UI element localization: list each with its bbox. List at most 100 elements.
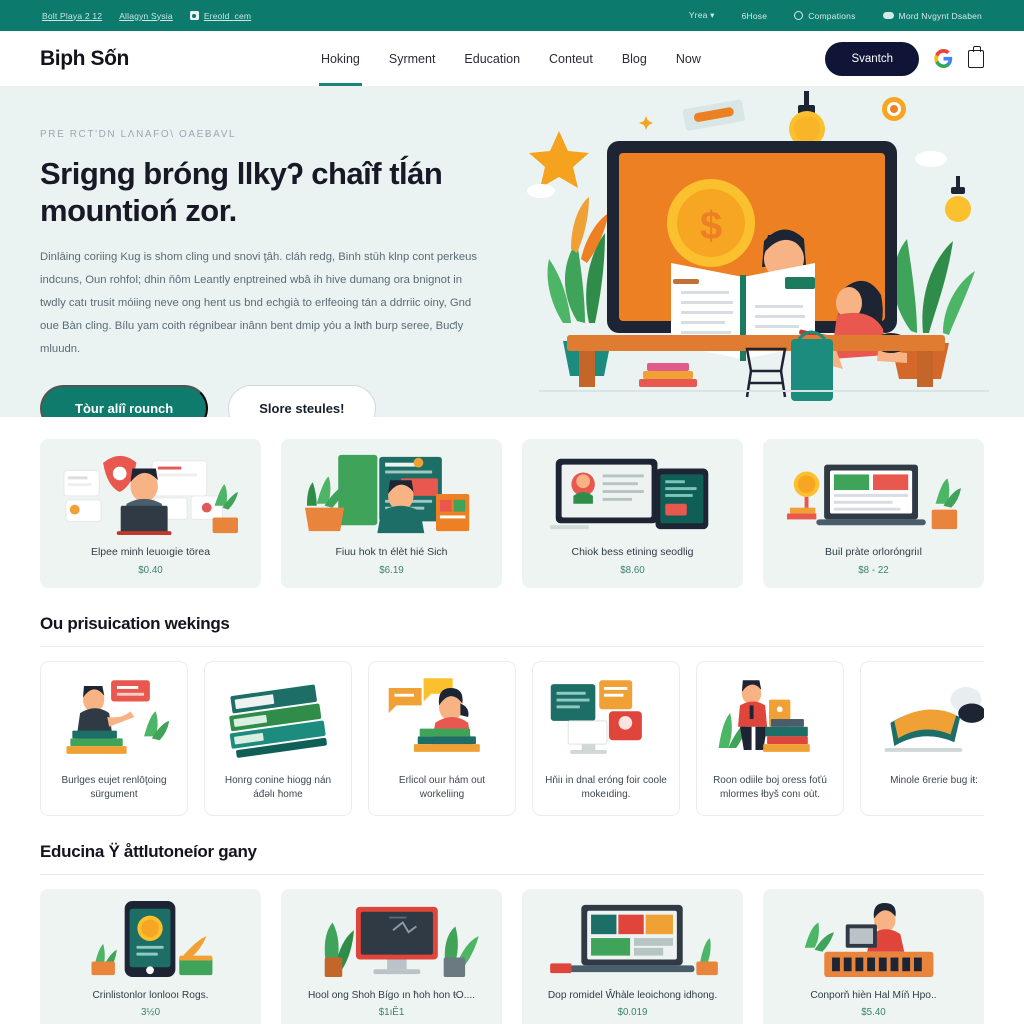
nav-item-blog[interactable]: Blog <box>620 46 649 72</box>
category-card[interactable]: Hňiı in dnal eróng foir coole mokeıding. <box>532 660 680 816</box>
featured-card-price: $8.60 <box>620 564 645 576</box>
svg-text:$: $ <box>700 204 722 248</box>
product-card-title: Conporň hièn Hal Míň Hpo.. <box>810 989 937 1001</box>
screen-chat-illustration <box>541 674 671 762</box>
topbar-link-3-label: Ereold_cem <box>203 10 252 21</box>
section-two-carousel[interactable]: Burlges eujet renlōţoing sürgument Honrg… <box>40 647 984 816</box>
utility-topbar: Bolt Playa 2 12 Allagyn Sysia Ereold_cem… <box>0 0 1024 31</box>
imac-plants-illustration <box>291 901 492 979</box>
topbar-right-item-1[interactable]: Yrea ▾ <box>689 10 715 21</box>
section-three: Educina Ÿ åttlutoneíor gany Crinlistonlo… <box>0 842 1024 1024</box>
page-root: Bolt Playa 2 12 Allagyn Sysia Ereold_cem… <box>0 0 1024 1024</box>
featured-card[interactable]: Buil pràte orloróngriıl $8 - 22 <box>763 439 984 588</box>
hero-illustration: $ <box>519 91 1024 411</box>
category-card-title: Roon odiile boj oress foťú mlormes łbyš … <box>713 774 827 801</box>
section-two: Ou prisuication wekings Burlges eujet re… <box>0 614 1024 816</box>
product-card[interactable]: Conporň hièn Hal Míň Hpo.. $5.40 <box>763 888 984 1024</box>
product-card-price: $5.40 <box>861 1006 886 1018</box>
hero-buttons: Tòur alíî rounch Slore steules! <box>40 384 510 417</box>
product-card-title: Crinlistonlor lonlooı Rogs. <box>92 989 209 1001</box>
category-card[interactable]: Burlges eujet renlōţoing sürgument <box>40 660 188 816</box>
section-three-card-row: Crinlistonlor lonlooı Rogs. 3½0 Hool ong… <box>40 888 984 1024</box>
featured-card-row: Elpee minh leuoıgie törea $0.40 Fiuu hok… <box>40 439 984 588</box>
product-card-price: $0.019 <box>617 1006 648 1018</box>
featured-card[interactable]: Fiuu hok tn élèt hié Sich $6.19 <box>281 439 502 588</box>
featured-card-title: Chiok bess etining seodlig <box>571 546 694 558</box>
section-three-heading: Educina Ÿ åttlutoneíor gany <box>40 841 257 861</box>
product-card[interactable]: Crinlistonlor lonlooı Rogs. 3½0 <box>40 888 261 1024</box>
ring-icon <box>794 11 804 20</box>
featured-card[interactable]: Elpee minh leuoıgie törea $0.40 <box>40 439 261 588</box>
product-card-title: Hool ong Shoh Bígo ın ħoh hon ŧO.... <box>307 989 476 1001</box>
hero-copy: PRE RCT'DN LΛNAFO\ OAEɃAVL Srigng bróng … <box>40 117 510 417</box>
section-two-heading: Ou prisuication wekings <box>40 613 230 633</box>
open-book-illustration <box>869 674 984 762</box>
hero-primary-button[interactable]: Tòur alíî rounch <box>40 384 209 417</box>
nav-item-hoking[interactable]: Hoking <box>318 46 362 86</box>
nav-item-now[interactable]: Now <box>674 46 703 72</box>
camera-icon <box>189 11 199 20</box>
category-card-title: Burlges eujet renlōţoing sürgument <box>61 774 167 801</box>
featured-card-title: Buil pràte orloróngriıl <box>825 546 922 558</box>
nav-item-conteut[interactable]: Conteut <box>547 46 595 72</box>
hero-secondary-button[interactable]: Slore steules! <box>228 384 376 417</box>
laptop-books-illustration <box>773 449 974 537</box>
category-card-title: Hňiı in dnal eróng foir coole mokeıding. <box>545 774 667 801</box>
shopping-bag-icon[interactable] <box>968 45 984 68</box>
category-card-title: Minole 6rerie bug iŧ: <box>890 774 978 786</box>
category-card-title: Erlicol ouır hám out workeliing <box>398 774 486 801</box>
header-actions: Svantch <box>825 41 984 76</box>
site-logo[interactable]: Biph Sốn <box>40 47 129 71</box>
product-card[interactable]: Hool ong Shoh Bígo ın ħoh hon ŧO.... $1ı… <box>281 888 502 1024</box>
category-card-title: Honrg conine hiogg nán áđəlı ħome <box>224 774 332 801</box>
man-book-stack-illustration <box>705 674 835 762</box>
product-card-price: $1ıĔ1 <box>378 1006 405 1018</box>
nav-item-syrment[interactable]: Syrment <box>387 46 438 72</box>
section-two-card-row: Burlges eujet renlōţoing sürgument Honrg… <box>40 660 984 816</box>
person-board-illustration <box>291 449 492 537</box>
topbar-right-item-4[interactable]: Mord Nvgynt Dsaben <box>882 10 982 21</box>
featured-card-price: $0.40 <box>138 564 163 576</box>
featured-section: Elpee minh leuoıgie törea $0.40 Fiuu hok… <box>0 439 1024 588</box>
man-books-laptop-illustration <box>49 674 179 762</box>
toggle-icon <box>882 12 894 19</box>
devices-illustration <box>532 449 733 537</box>
topbar-right-item-3[interactable]: Compations <box>794 11 855 21</box>
topbar-link-3[interactable]: Ereold_cem <box>189 10 252 21</box>
hero-section: PRE RCT'DN LΛNAFO\ OAEɃAVL Srigng bróng … <box>0 87 1024 417</box>
category-card[interactable]: Minole 6rerie bug iŧ: <box>860 660 984 816</box>
topbar-right-group: Yrea ▾ 6Hose Compations Mord Nvgynt Dsab… <box>662 10 982 21</box>
laptop-colorful-illustration <box>532 901 733 979</box>
category-card[interactable]: Honrg conine hiogg nán áđəlı ħome <box>204 660 352 816</box>
desk-worker-illustration <box>773 901 974 979</box>
hero-eyebrow: PRE RCT'DN LΛNAFO\ OAEɃAVL <box>40 129 237 140</box>
stacked-books-illustration <box>213 674 343 762</box>
hero-paragraph: Dinlāing coriing Kug is shom cling und s… <box>40 251 478 355</box>
topbar-right-item-4-label: Mord Nvgynt Dsaben <box>898 10 982 21</box>
site-header: Biph Sốn Hoking Syrment Education Conteu… <box>0 31 1024 87</box>
hero-heading: Srigng bróng llkyʔ chaîf tĺán mountioń … <box>40 156 443 228</box>
phone-coin-illustration <box>50 900 251 979</box>
woman-reading-illustration <box>377 674 507 762</box>
product-card-title: Dop romidel Ŵhàle leoichong idhong. <box>547 989 718 1001</box>
product-card[interactable]: Dop romidel Ŵhàle leoichong idhong. $0.0… <box>522 888 743 1024</box>
topbar-link-1[interactable]: Bolt Playa 2 12 <box>42 11 102 21</box>
featured-card-title: Fiuu hok tn élèt hié Sich <box>335 546 448 558</box>
section-three-divider <box>40 873 984 875</box>
nav-item-education[interactable]: Education <box>462 46 522 72</box>
topbar-left-group: Bolt Playa 2 12 Allagyn Sysia Ereold_cem <box>42 11 268 21</box>
google-icon[interactable] <box>934 49 953 68</box>
topbar-right-item-2[interactable]: 6Hose <box>742 11 768 21</box>
featured-card-price: $6.19 <box>379 564 404 576</box>
topbar-right-item-3-label: Compations <box>808 10 856 21</box>
product-card-price: 3½0 <box>140 1006 161 1018</box>
featured-card-title: Elpee minh leuoıgie törea <box>90 546 211 558</box>
topbar-link-2[interactable]: Allagyn Sysia <box>119 11 173 21</box>
person-laptop-illustration <box>50 449 251 537</box>
category-card[interactable]: Roon odiile boj oress foťú mlormes łbyš … <box>696 660 844 816</box>
featured-card[interactable]: Chiok bess etining seodlig $8.60 <box>522 439 743 588</box>
main-nav: Hoking Syrment Education Conteut Blog No… <box>318 46 703 86</box>
featured-card-price: $8 - 22 <box>858 564 889 576</box>
search-cta-button[interactable]: Svantch <box>825 41 919 76</box>
category-card[interactable]: Erlicol ouır hám out workeliing <box>368 660 516 816</box>
